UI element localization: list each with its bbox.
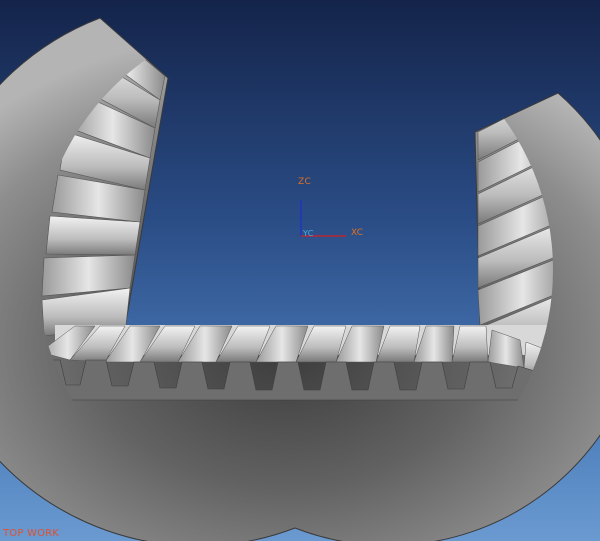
axis-z-label: ZC bbox=[298, 177, 312, 187]
view-mode-label: TOP WORK bbox=[3, 528, 60, 539]
axis-x-label: XC bbox=[351, 228, 364, 238]
gear-model[interactable] bbox=[0, 0, 600, 541]
axis-y-label: YC bbox=[303, 229, 314, 238]
graphics-viewport[interactable]: ZC XC YC TOP WORK bbox=[0, 0, 600, 541]
